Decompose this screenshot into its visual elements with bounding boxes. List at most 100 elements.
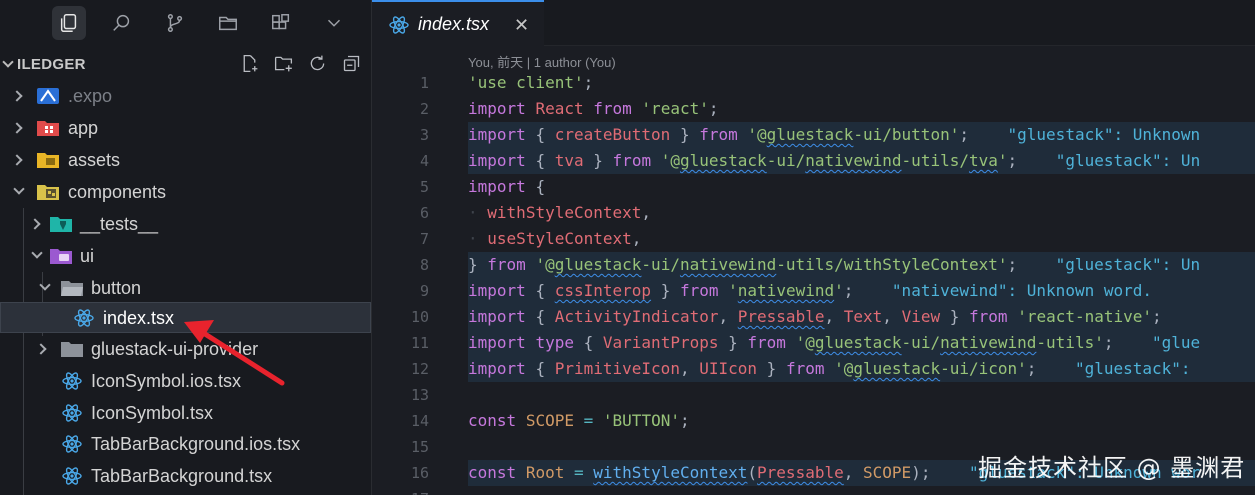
chevron-down-icon[interactable] [317,6,351,40]
react-icon [62,435,82,453]
code-line: 5 import { [372,174,1255,200]
line-number: 6 [419,204,429,222]
react-icon [62,467,82,485]
tree-item-label: index.tsx [103,308,175,328]
tree-item-gluestack-ui-provider[interactable]: gluestack-ui-provider [0,333,371,365]
tree-item-label: .expo [68,86,113,106]
line-number: 14 [410,412,429,430]
react-icon [389,16,409,34]
tab-title: index.tsx [418,14,490,34]
tree-item-ui[interactable]: ui [0,240,371,272]
tree-item-label: components [68,182,167,202]
new-file-icon[interactable] [238,52,260,74]
code-line: 13 [372,382,1255,408]
tree-item-label: gluestack-ui-provider [91,339,259,359]
git-blame-codelens[interactable]: You, 前天 | 1 author (You) [468,52,616,71]
chevron-right-icon [11,90,23,102]
expo-folder-icon [37,88,59,104]
close-icon[interactable]: ✕ [514,15,529,36]
code-line: 14 const SCOPE = 'BUTTON'; [372,408,1255,434]
code-text: import { cssInterop } from 'nativewind';… [468,281,1153,300]
line-number: 13 [410,386,429,404]
refresh-icon[interactable] [306,52,328,74]
tree-item-components[interactable]: components [0,176,371,208]
tree-item-label: TabBarBackground.ios.tsx [91,434,301,454]
line-number: 16 [410,464,429,482]
files-icon[interactable] [52,6,86,40]
line-number: 15 [410,438,429,456]
source-control-icon[interactable] [158,6,192,40]
tree-item-label: button [91,278,142,298]
collapse-all-icon[interactable] [340,52,362,74]
line-number: 11 [410,334,429,352]
tree-item-iconsymbol[interactable]: IconSymbol.tsx [0,397,371,429]
line-number: 4 [419,152,429,170]
line-number: 8 [419,256,429,274]
code-line: 8 } from '@gluestack-ui/nativewind-utils… [372,252,1255,278]
search-icon[interactable] [105,6,139,40]
chevron-down-icon [13,183,25,195]
chevron-right-icon [35,343,47,355]
sidebar: ILEDGER .expo app assets components __te… [0,0,372,495]
react-icon [62,404,82,422]
tab-bar: index.tsx ✕ [372,0,1255,47]
tree-item-app[interactable]: app [0,112,371,144]
explorer-actions [238,52,362,74]
explorer-header[interactable]: ILEDGER [0,46,371,82]
tree-item-label: IconSymbol.ios.tsx [91,371,242,391]
chevron-down-icon [31,247,43,259]
extensions-icon[interactable] [264,6,298,40]
tests-folder-icon [50,217,72,232]
chevron-right-icon [11,122,23,134]
code-text: const SCOPE = 'BUTTON'; [468,411,690,430]
assets-folder-icon [37,153,59,168]
code-text: import { createButton } from '@gluestack… [468,125,1201,144]
line-number: 5 [419,178,429,196]
tree-item-iconsymbol-ios[interactable]: IconSymbol.ios.tsx [0,365,371,397]
tree-item-assets[interactable]: assets [0,144,371,176]
line-number: 17 [372,490,429,495]
react-icon [74,309,94,327]
new-folder-icon[interactable] [272,52,294,74]
components-folder-icon [37,185,59,200]
watermark: 掘金技术社区 @ 墨渊君 [978,454,1246,482]
tree-item-expo[interactable]: .expo [0,80,371,112]
code-text: import React from 'react'; [468,99,719,118]
tree-item-label: app [68,118,99,138]
folder-icon[interactable] [211,6,245,40]
tab-index-tsx[interactable]: index.tsx ✕ [372,0,544,47]
line-number: 1 [419,74,429,92]
tree-item-button[interactable]: button [0,272,371,304]
line-number: 3 [419,126,429,144]
tree-item-label: IconSymbol.tsx [91,403,214,423]
code-text: · withStyleContext, [468,203,652,222]
line-number: 7 [419,230,429,248]
folder-icon [61,342,83,357]
chevron-down-icon [39,279,51,291]
code-text: } from '@gluestack-ui/nativewind-utils/w… [468,255,1201,274]
chevron-down-icon[interactable] [2,56,14,68]
editor: index.tsx ✕ You, 前天 | 1 author (You) 1 '… [372,0,1255,495]
explorer-title: ILEDGER [17,56,86,73]
code-line: 2 import React from 'react'; [372,96,1255,122]
line-number: 10 [410,308,429,326]
code-line: 9 import { cssInterop } from 'nativewind… [372,278,1255,304]
tree-item-tabbarbackground-ios[interactable]: TabBarBackground.ios.tsx [0,428,371,460]
code-text: · useStyleContext, [468,229,642,248]
code-text: import { [468,177,546,196]
code-line: 4 import { tva } from '@gluestack-ui/nat… [372,148,1255,174]
code-line: 1 'use client'; [372,70,1255,96]
tree-item-label: assets [68,150,121,170]
chevron-right-icon [29,218,41,230]
tree-item-label: TabBarBackground.tsx [91,466,273,486]
code-line: 11 import type { VariantProps } from '@g… [372,330,1255,356]
tree-item-index-tsx[interactable]: index.tsx [0,302,371,333]
chevron-right-icon [11,154,23,166]
tree-item-tests[interactable]: __tests__ [0,208,371,240]
tree-item-tabbarbackground[interactable]: TabBarBackground.tsx [0,460,371,492]
code-line: 6 · withStyleContext, [372,200,1255,226]
code-line: 17 [372,486,1255,495]
line-number: 9 [419,282,429,300]
code-line: 7 · useStyleContext, [372,226,1255,252]
code-text: 'use client'; [468,73,594,92]
